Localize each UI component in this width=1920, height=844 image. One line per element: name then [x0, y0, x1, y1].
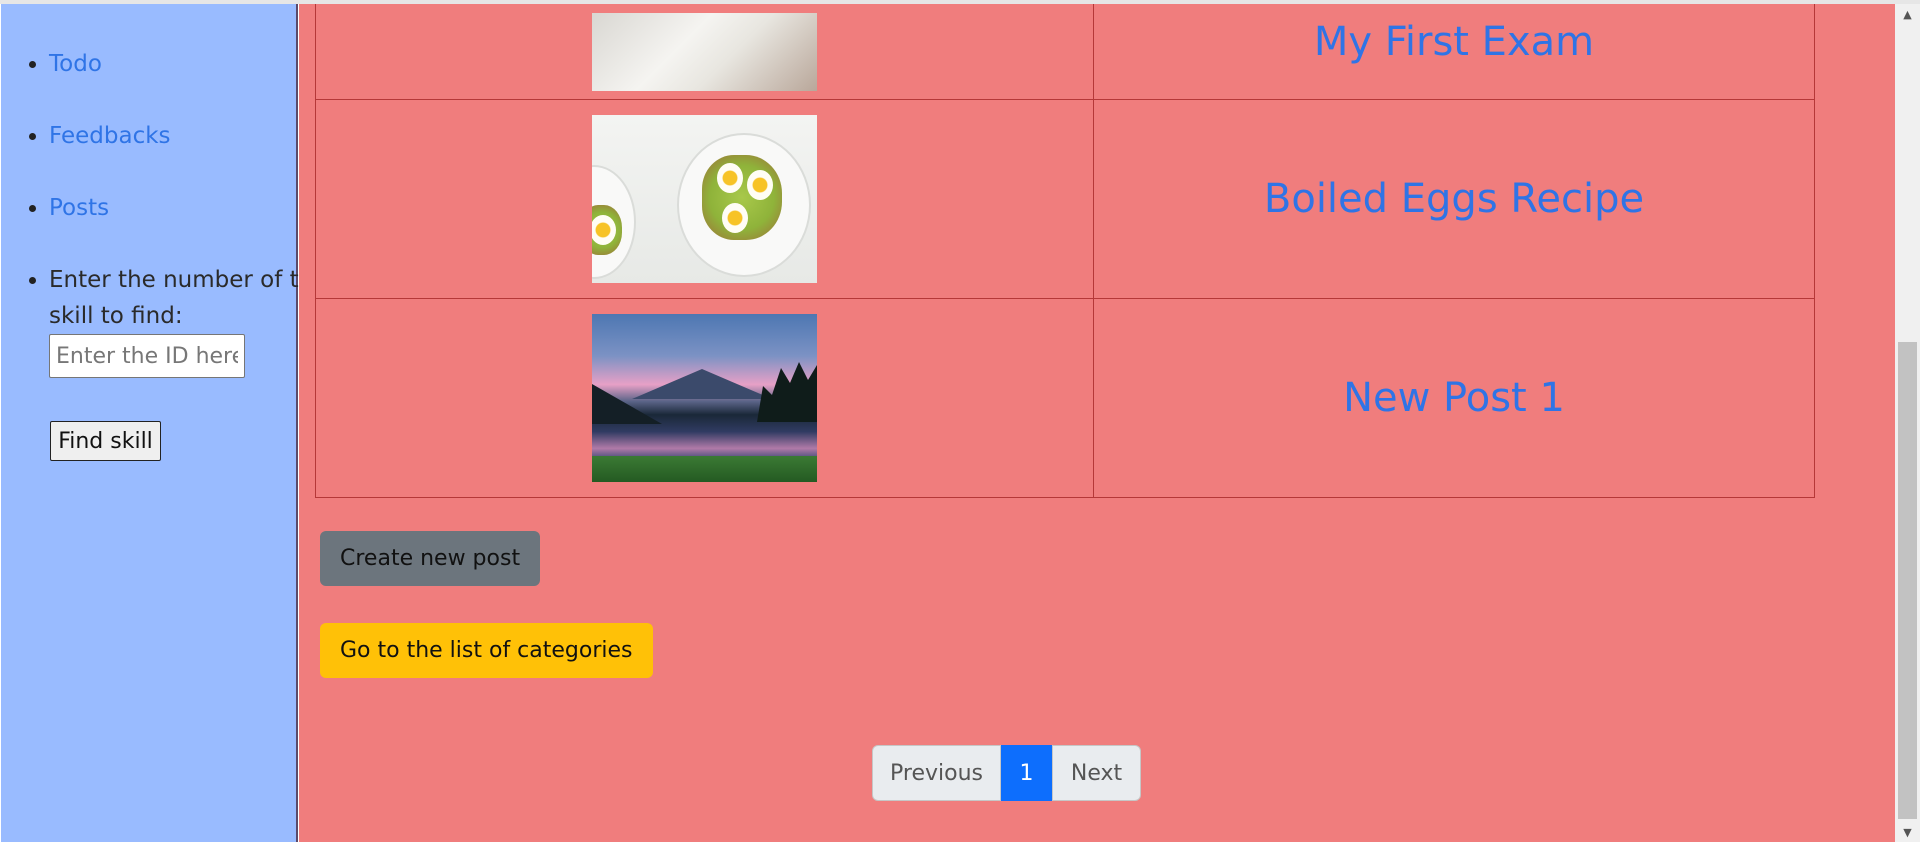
find-skill-button[interactable]: Find skill — [50, 421, 161, 461]
post-image-cell — [315, 298, 1094, 498]
post-title-cell: Boiled Eggs Recipe — [1093, 99, 1815, 299]
post-title-link[interactable]: My First Exam — [1314, 19, 1594, 65]
sidebar-item-feedbacks: Feedbacks — [49, 118, 329, 154]
main-content: My First Exam Boiled Eggs Recipe New Pos… — [299, 4, 1895, 842]
categories-list-button[interactable]: Go to the list of categories — [320, 623, 653, 678]
pagination-previous[interactable]: Previous — [872, 745, 1001, 801]
create-new-post-button[interactable]: Create new post — [320, 531, 541, 586]
post-image-cell — [315, 99, 1094, 299]
sidebar: Todo Feedbacks Posts Enter the number of… — [1, 4, 327, 842]
sidebar-nav-list: Todo Feedbacks Posts Enter the number of… — [1, 46, 329, 414]
pagination-next[interactable]: Next — [1052, 745, 1141, 801]
vertical-scrollbar[interactable]: ▲ ▼ — [1895, 4, 1920, 842]
feedbacks-link[interactable]: Feedbacks — [49, 123, 171, 149]
post-thumbnail[interactable] — [592, 115, 817, 283]
posts-table: My First Exam Boiled Eggs Recipe New Pos… — [315, 4, 1815, 498]
skill-search-label: Enter the number of the skill to find: — [49, 267, 328, 329]
post-title-cell: New Post 1 — [1093, 298, 1815, 498]
todo-link[interactable]: Todo — [49, 51, 102, 77]
pagination: Previous 1 Next — [872, 745, 1141, 801]
post-image-cell — [315, 4, 1094, 100]
table-row: My First Exam — [315, 4, 1815, 100]
browser-viewport: Todo Feedbacks Posts Enter the number of… — [0, 0, 1920, 844]
pagination-current-page[interactable]: 1 — [1001, 745, 1052, 801]
scroll-down-arrow-icon[interactable]: ▼ — [1895, 822, 1920, 842]
post-thumbnail[interactable] — [592, 13, 817, 91]
post-thumbnail[interactable] — [592, 314, 817, 482]
table-row: Boiled Eggs Recipe — [315, 99, 1815, 299]
sidebar-item-skill-search: Enter the number of the skill to find: — [49, 262, 329, 378]
sidebar-item-todo: Todo — [49, 46, 329, 82]
scrollbar-thumb[interactable] — [1898, 342, 1917, 819]
table-row: New Post 1 — [315, 298, 1815, 498]
post-title-cell: My First Exam — [1093, 4, 1815, 100]
post-title-link[interactable]: New Post 1 — [1343, 375, 1565, 421]
posts-link[interactable]: Posts — [49, 195, 109, 221]
post-title-link[interactable]: Boiled Eggs Recipe — [1264, 176, 1644, 222]
scroll-up-arrow-icon[interactable]: ▲ — [1895, 4, 1920, 24]
sidebar-item-posts: Posts — [49, 190, 329, 226]
skill-id-input[interactable] — [49, 334, 245, 378]
